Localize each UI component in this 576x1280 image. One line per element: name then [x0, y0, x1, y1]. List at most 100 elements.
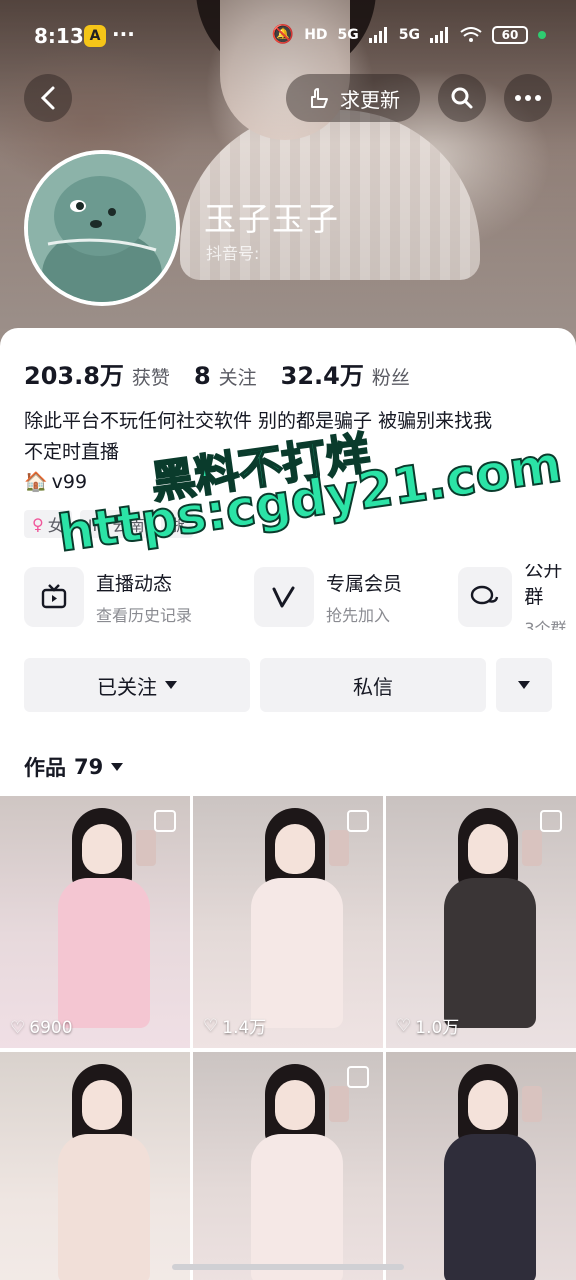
- feature-cards-row: 直播动态 查看历史记录 专属会员 抢先加入 公开群 3个群: [24, 564, 576, 630]
- works-tab[interactable]: 作品 79: [24, 752, 124, 782]
- message-label: 私信: [353, 674, 393, 699]
- stat-followers-label: 粉丝: [371, 367, 410, 389]
- thumbnail-figure-body: [444, 1134, 536, 1280]
- work-thumbnail[interactable]: ♡ 1.4万: [193, 796, 383, 1048]
- heart-icon: ♡: [203, 1015, 219, 1036]
- work-thumbnail[interactable]: [386, 1052, 576, 1280]
- like-count: ♡ 1.4万: [203, 1013, 267, 1039]
- thumbnail-phone: [136, 830, 156, 866]
- douyin-id[interactable]: 抖音号:: [206, 240, 259, 264]
- mute-icon: 🔕: [271, 24, 295, 45]
- stat-followers-value: 32.4万: [280, 362, 364, 390]
- like-count: ♡ 1.0万: [396, 1013, 460, 1039]
- stat-following[interactable]: 8 关注: [194, 362, 257, 390]
- search-icon: [451, 87, 473, 109]
- chevron-left-icon: [40, 86, 55, 110]
- feature-group-chat[interactable]: 公开群 3个群: [458, 564, 576, 630]
- home-indicator[interactable]: [172, 1264, 404, 1270]
- thumbnail-figure-face: [468, 824, 508, 874]
- status-bar: 8:13 A ··· 🔕 HD 5G 5G 60: [0, 0, 576, 76]
- wifi-icon: [460, 26, 482, 42]
- stat-followers[interactable]: 32.4万 粉丝: [281, 356, 410, 391]
- signal-icon-2: [430, 26, 448, 43]
- feature-live-title: 直播动态: [96, 572, 173, 595]
- thumbnail-figure-body: [251, 1134, 343, 1280]
- signal-5g-2: 5G: [398, 26, 420, 43]
- recommend-dropdown-button[interactable]: [496, 658, 552, 712]
- vip-v-icon: [254, 567, 314, 627]
- tv-icon: [24, 567, 84, 627]
- heart-icon: ♡: [10, 1018, 26, 1038]
- thumbnail-figure-face: [275, 824, 315, 874]
- thumbnail-phone: [522, 830, 542, 866]
- feature-membership[interactable]: 专属会员 抢先加入: [254, 564, 402, 630]
- thumbnail-phone: [329, 1086, 349, 1122]
- bio-vip-line: 🏠 v99: [24, 470, 88, 494]
- works-tab-label: 作品: [24, 756, 66, 780]
- feature-live-subtitle: 查看历史记录: [96, 605, 193, 625]
- hand-point-icon: [311, 88, 328, 108]
- signal-icon: [368, 26, 387, 43]
- multi-image-icon: [347, 810, 369, 832]
- message-button[interactable]: 私信: [260, 658, 486, 712]
- work-thumbnail[interactable]: ♡ 6900: [0, 796, 190, 1048]
- nickname: 玉子玉子: [204, 200, 341, 238]
- multi-image-icon: [154, 810, 176, 832]
- app-notification-icon: A: [84, 25, 106, 47]
- caret-down-icon: [518, 681, 530, 689]
- back-button[interactable]: [24, 74, 72, 122]
- privacy-dot: [538, 30, 546, 39]
- status-more-dots: ···: [112, 22, 135, 46]
- search-button[interactable]: [438, 74, 486, 122]
- thumbnail-figure-body: [58, 1134, 150, 1280]
- more-dots-icon: [515, 95, 541, 101]
- status-indicators: 🔕 HD 5G 5G 60: [272, 24, 546, 45]
- like-count: ♡ 6900: [10, 1018, 73, 1038]
- thumbnail-figure-body: [58, 878, 150, 1028]
- house-emoji-icon: 🏠: [24, 471, 48, 493]
- request-update-button[interactable]: 求更新: [286, 74, 420, 122]
- thumbnail-figure-face: [275, 1080, 315, 1130]
- thumbnail-figure-face: [82, 824, 122, 874]
- multi-image-icon: [347, 1066, 369, 1088]
- avatar[interactable]: [24, 150, 180, 306]
- thumbnail-phone: [329, 830, 349, 866]
- following-label: 已关注: [97, 674, 157, 699]
- work-thumbnail[interactable]: [0, 1052, 190, 1280]
- vip-text: v99: [51, 470, 88, 493]
- hd-badge: HD: [304, 26, 328, 43]
- thumbnail-phone: [522, 1086, 542, 1122]
- battery-indicator: 60: [492, 25, 528, 44]
- status-time: 8:13: [34, 24, 84, 48]
- multi-image-icon: [540, 810, 562, 832]
- work-thumbnail[interactable]: [193, 1052, 383, 1280]
- like-count-value: 1.4万: [222, 1018, 267, 1038]
- feature-live-history[interactable]: 直播动态 查看历史记录: [24, 564, 192, 630]
- feature-group-title: 公开群: [524, 564, 563, 608]
- chat-bubbles-icon: [458, 567, 513, 627]
- like-count-value: 6900: [29, 1018, 73, 1038]
- heart-icon: ♡: [396, 1015, 412, 1036]
- feature-membership-title: 专属会员: [326, 572, 403, 595]
- thumbnail-figure-body: [251, 878, 343, 1028]
- caret-down-icon: [165, 681, 177, 689]
- work-thumbnail[interactable]: ♡ 1.0万: [386, 796, 576, 1048]
- stat-likes-label: 获赞: [131, 367, 170, 389]
- stat-likes[interactable]: 203.8万 获赞: [24, 356, 170, 391]
- caret-down-icon: [111, 763, 124, 771]
- feature-membership-subtitle: 抢先加入: [326, 605, 391, 625]
- signal-5g-1: 5G: [337, 26, 359, 43]
- thumbnail-figure-face: [82, 1080, 122, 1130]
- otter-avatar-illustration: [28, 154, 176, 302]
- stat-following-label: 关注: [218, 367, 257, 389]
- more-options-button[interactable]: [504, 74, 552, 122]
- thumbnail-figure-body: [444, 878, 536, 1028]
- request-update-label: 求更新: [340, 87, 400, 112]
- female-icon: ♀: [32, 514, 44, 534]
- following-button[interactable]: 已关注: [24, 658, 250, 712]
- thumbnail-figure-face: [468, 1080, 508, 1130]
- stat-following-value: 8: [193, 362, 211, 390]
- like-count-value: 1.0万: [415, 1018, 460, 1038]
- stats-row: 203.8万 获赞 8 关注 32.4万 粉丝: [24, 356, 434, 391]
- stat-likes-value: 203.8万: [24, 362, 124, 390]
